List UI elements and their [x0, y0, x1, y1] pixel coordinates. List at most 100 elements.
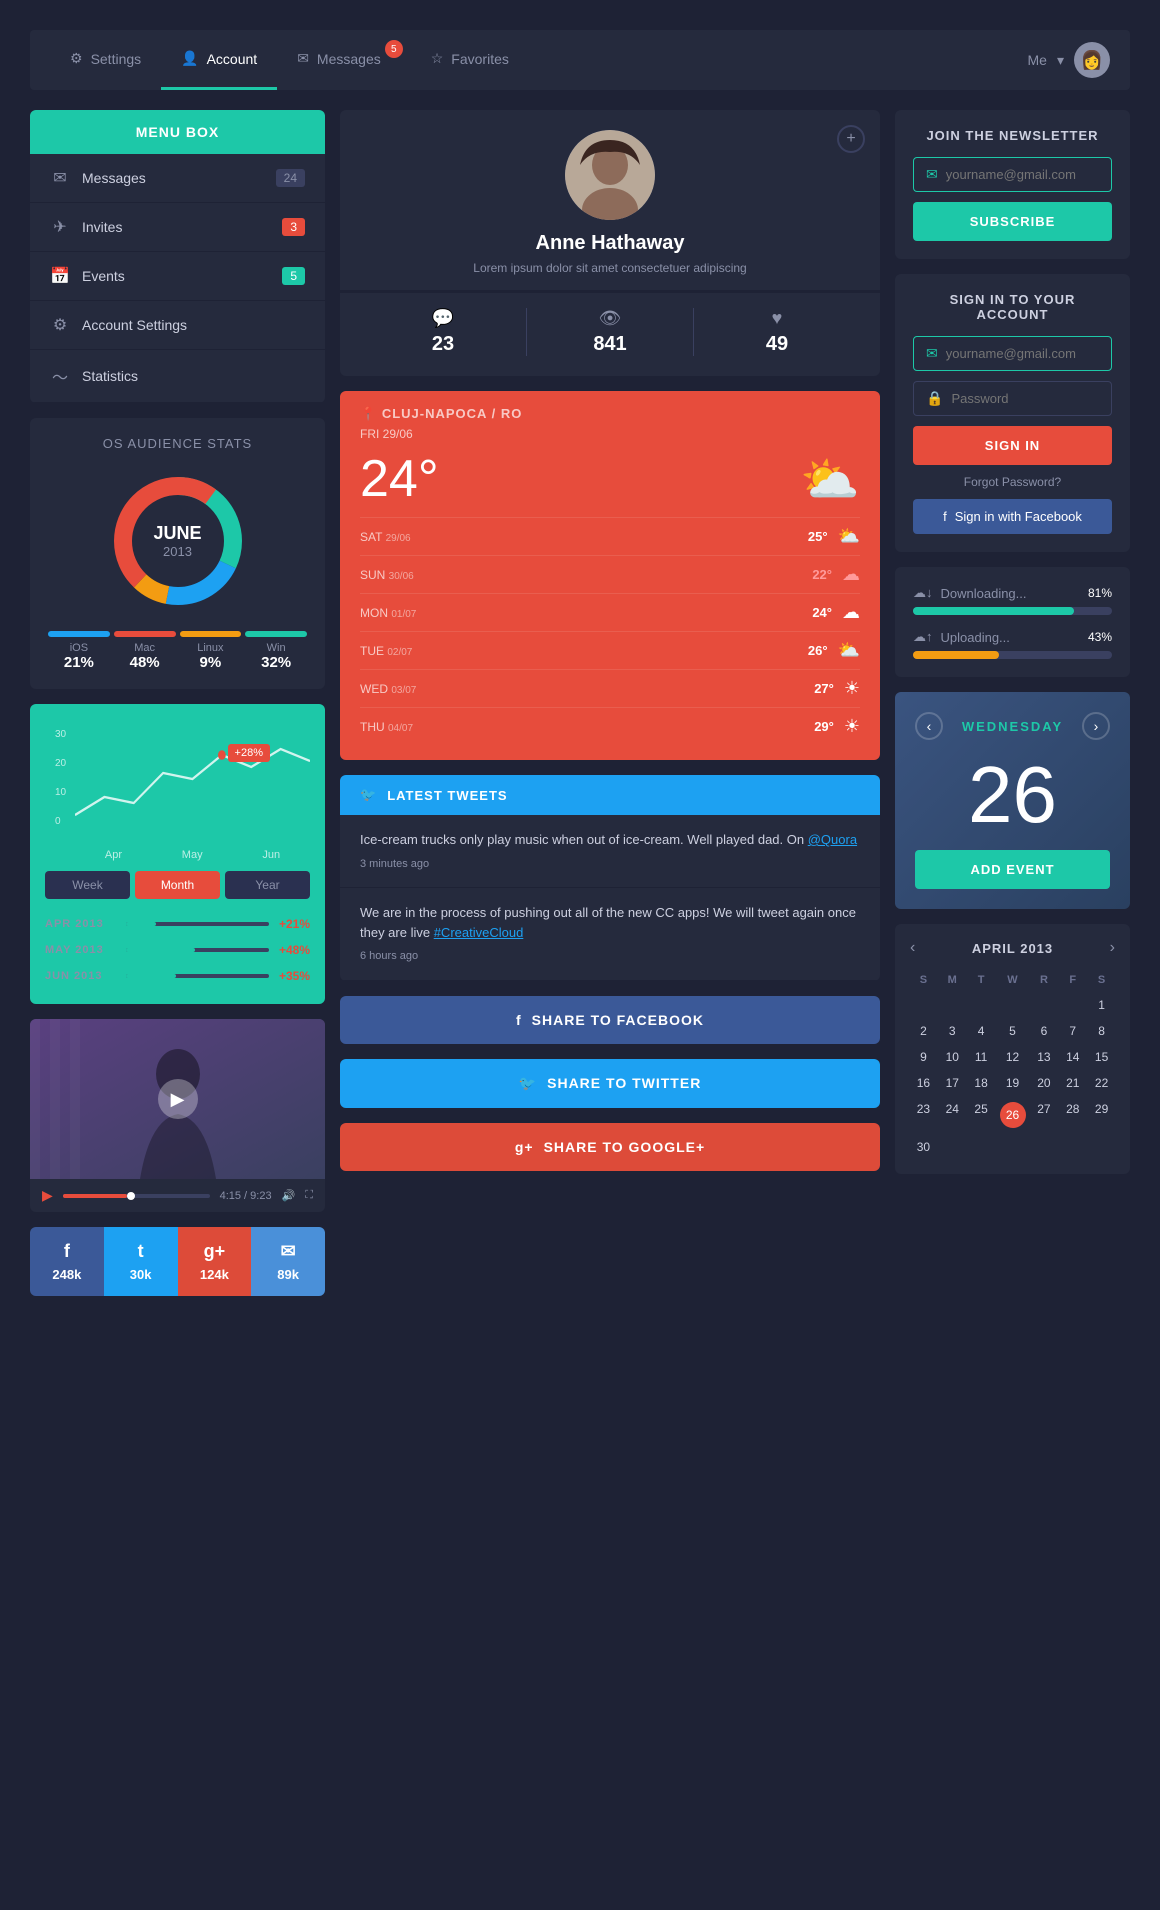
- cal-header-m: M: [939, 969, 966, 991]
- profile-add-button[interactable]: +: [837, 125, 865, 153]
- fullscreen-icon[interactable]: ⛶: [305, 1189, 313, 1202]
- cal-cell-21[interactable]: 21: [1059, 1071, 1086, 1095]
- lock-icon: 🔒: [926, 390, 943, 407]
- forgot-password-link[interactable]: Forgot Password?: [913, 475, 1112, 489]
- tab-account[interactable]: 👤 Account: [161, 30, 277, 90]
- cal-cell-15[interactable]: 15: [1088, 1045, 1115, 1069]
- menu-item-account-settings[interactable]: ⚙ Account Settings: [30, 301, 325, 350]
- video-progress[interactable]: [63, 1194, 210, 1198]
- signin-email-input[interactable]: [946, 346, 1122, 361]
- calendar-prev-button[interactable]: ‹: [915, 712, 943, 740]
- tweet-link-0[interactable]: @Quora: [808, 832, 857, 847]
- facebook-icon: f: [40, 1241, 94, 1262]
- messages-icon: ✉: [50, 168, 70, 188]
- video-controls: ▶ 4:15 / 9:23 🔊 ⛶: [30, 1179, 325, 1212]
- calendar-big-date: 26: [915, 755, 1110, 835]
- cal-cell-25[interactable]: 25: [968, 1097, 995, 1133]
- cal-cell-24[interactable]: 24: [939, 1097, 966, 1133]
- mini-cal-prev-button[interactable]: ‹: [910, 939, 915, 957]
- os-bar-mac: Mac 48%: [114, 631, 176, 671]
- period-year-button[interactable]: Year: [225, 871, 310, 899]
- cal-cell-6[interactable]: 6: [1031, 1019, 1058, 1043]
- download-progress: ☁↓ Downloading... 81%: [913, 585, 1112, 615]
- cal-cell-17[interactable]: 17: [939, 1071, 966, 1095]
- share-facebook-button[interactable]: f SHARE TO FACEBOOK: [340, 996, 880, 1044]
- cal-cell-20[interactable]: 20: [1031, 1071, 1058, 1095]
- cal-cell-8[interactable]: 8: [1088, 1019, 1115, 1043]
- cal-cell-9[interactable]: 9: [910, 1045, 937, 1069]
- cal-cell-1[interactable]: 1: [1088, 993, 1115, 1017]
- menu-item-messages[interactable]: ✉ Messages 24: [30, 154, 325, 203]
- tab-favorites[interactable]: ☆ Favorites: [411, 30, 529, 90]
- cal-cell-10[interactable]: 10: [939, 1045, 966, 1069]
- likes-icon: ♥: [694, 308, 860, 329]
- cal-cell-27[interactable]: 27: [1031, 1097, 1058, 1133]
- social-googleplus[interactable]: g+ 124k: [178, 1227, 252, 1296]
- menu-item-invites[interactable]: ✈ Invites 3: [30, 203, 325, 252]
- cal-cell-2[interactable]: 2: [910, 1019, 937, 1043]
- cal-header-r: R: [1031, 969, 1058, 991]
- cal-cell-4[interactable]: 4: [968, 1019, 995, 1043]
- cal-cell-12[interactable]: 12: [997, 1045, 1029, 1069]
- menu-item-statistics[interactable]: 〜 Statistics: [30, 350, 325, 403]
- messages-icon: ✉: [297, 50, 309, 67]
- weather-temperature: 24°: [360, 449, 439, 509]
- tweet-link-1[interactable]: #CreativeCloud: [434, 925, 524, 940]
- cal-cell-19[interactable]: 19: [997, 1071, 1029, 1095]
- mini-cal-next-button[interactable]: ›: [1110, 939, 1115, 957]
- cal-cell-5[interactable]: 5: [997, 1019, 1029, 1043]
- add-event-button[interactable]: ADD EVENT: [915, 850, 1110, 889]
- cal-cell-16[interactable]: 16: [910, 1071, 937, 1095]
- forecast-icon-thu: ☀: [844, 716, 860, 737]
- signin-button[interactable]: SIGN IN: [913, 426, 1112, 465]
- cal-cell-30[interactable]: 30: [910, 1135, 937, 1159]
- tab-settings[interactable]: ⚙ Settings: [50, 30, 161, 90]
- share-googleplus-button[interactable]: g+ SHARE TO GOOGLE+: [340, 1123, 880, 1171]
- cal-cell-empty-9: [997, 1135, 1029, 1159]
- newsletter-email-field[interactable]: ✉: [913, 157, 1112, 192]
- weather-icon-current: ⛅: [800, 451, 860, 508]
- cal-cell-14[interactable]: 14: [1059, 1045, 1086, 1069]
- play-button[interactable]: ▶: [158, 1079, 198, 1119]
- weather-date: FRI 29/06: [360, 427, 860, 441]
- twitter-share-icon: 🐦: [519, 1075, 537, 1092]
- right-column: JOIN THE NEWSLETTER ✉ SUBSCRIBE SIGN IN …: [895, 110, 1130, 1296]
- play-icon[interactable]: ▶: [42, 1187, 53, 1204]
- facebook-signin-icon: f: [943, 509, 947, 524]
- user-menu[interactable]: Me ▾ 👩: [1028, 42, 1110, 78]
- cal-cell-29[interactable]: 29: [1088, 1097, 1115, 1133]
- subscribe-button[interactable]: SUBSCRIBE: [913, 202, 1112, 241]
- calendar-next-button[interactable]: ›: [1082, 712, 1110, 740]
- cal-cell-today[interactable]: 26: [997, 1097, 1029, 1133]
- cal-cell-18[interactable]: 18: [968, 1071, 995, 1095]
- signin-password-field[interactable]: 🔒: [913, 381, 1112, 416]
- os-bar-linux: Linux 9%: [180, 631, 242, 671]
- newsletter-card: JOIN THE NEWSLETTER ✉ SUBSCRIBE: [895, 110, 1130, 259]
- cal-cell-3[interactable]: 3: [939, 1019, 966, 1043]
- profile-card: + Anne Hathaway Lorem ipsum dolor sit am…: [340, 110, 880, 376]
- period-month-button[interactable]: Month: [135, 871, 220, 899]
- cal-cell-23[interactable]: 23: [910, 1097, 937, 1133]
- download-icon: ☁↓: [913, 585, 933, 601]
- cal-cell-11[interactable]: 11: [968, 1045, 995, 1069]
- mini-cal-title: APRIL 2013: [972, 941, 1053, 956]
- cal-cell-22[interactable]: 22: [1088, 1071, 1115, 1095]
- share-twitter-button[interactable]: 🐦 SHARE TO TWITTER: [340, 1059, 880, 1108]
- signin-email-field[interactable]: ✉: [913, 336, 1112, 371]
- main-layout: MENU BOX ✉ Messages 24 ✈ Invites 3 📅 Eve…: [30, 110, 1130, 1296]
- tab-messages[interactable]: ✉ Messages 5: [277, 30, 411, 90]
- menu-item-events[interactable]: 📅 Events 5: [30, 252, 325, 301]
- os-stats-box: OS AUDIENCE STATS JUNE 20: [30, 418, 325, 689]
- signin-password-input[interactable]: [951, 391, 1127, 406]
- cal-cell-28[interactable]: 28: [1059, 1097, 1086, 1133]
- facebook-signin-button[interactable]: f Sign in with Facebook: [913, 499, 1112, 534]
- cal-cell-7[interactable]: 7: [1059, 1019, 1086, 1043]
- social-twitter[interactable]: t 30k: [104, 1227, 178, 1296]
- newsletter-email-input[interactable]: [946, 167, 1122, 182]
- volume-icon[interactable]: 🔊: [282, 1189, 296, 1202]
- social-facebook[interactable]: f 248k: [30, 1227, 104, 1296]
- period-week-button[interactable]: Week: [45, 871, 130, 899]
- stats-item-apr: APR 2013 +21%: [45, 911, 310, 937]
- cal-cell-13[interactable]: 13: [1031, 1045, 1058, 1069]
- social-email[interactable]: ✉ 89k: [251, 1227, 325, 1296]
